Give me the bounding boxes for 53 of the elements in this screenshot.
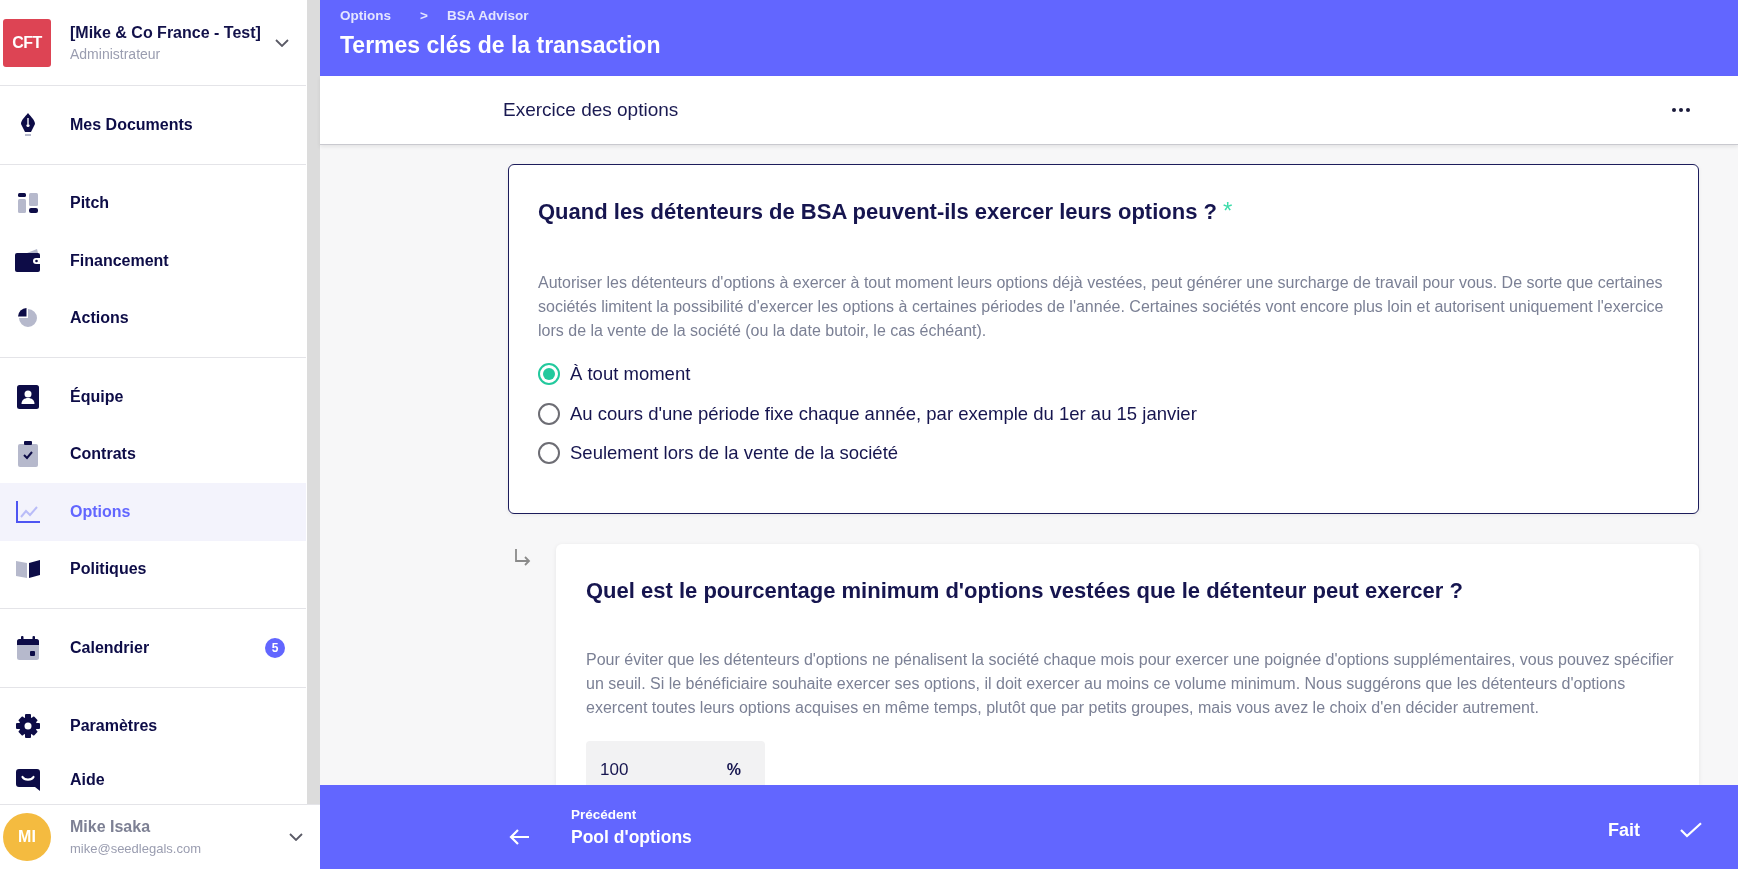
- chevron-down-icon[interactable]: [289, 833, 303, 841]
- more-options-icon[interactable]: [1672, 108, 1690, 112]
- pie-chart-icon: [17, 308, 38, 329]
- chat-bubble-icon: [15, 768, 40, 791]
- line-chart-icon: [15, 500, 40, 523]
- question-title: Quel est le pourcentage minimum d'options vestées que le détenteur peut exercer ?: [586, 577, 1464, 605]
- user-email: mike@seedlegals.com: [70, 840, 201, 857]
- nav-item[interactable]: Actions: [0, 289, 306, 347]
- question-description: Pour éviter que les détenteurs d'options ne pénalisent la société chaque mois pour exercer une poignée d'options supplémentaires, vous pouvez spécifier un seuil. Si le bénéficiaire souhaite exercer ses options, il doit exercer au moins ce volume minimum. Nous suggérons que les détenteurs d'options exercent toutes leurs options acquises en même temps, plutôt que par petits groupes, mais vous avez le choix d'en décider autrement.: [586, 650, 1675, 718]
- chevron-down-icon[interactable]: [275, 38, 289, 47]
- radio-button[interactable]: [538, 363, 560, 385]
- breadcrumb-current: BSA Advisor: [446, 7, 529, 23]
- nav-item[interactable]: Pitch: [0, 174, 306, 232]
- radio-label[interactable]: À tout moment: [570, 363, 691, 385]
- arrow-left-icon: [508, 827, 530, 846]
- nav-item[interactable]: Financement: [0, 232, 306, 290]
- org-logo: CFT: [3, 18, 51, 67]
- org-name: [Mike & Co France - Test]: [70, 22, 261, 43]
- count-badge: 5: [265, 637, 285, 658]
- required-mark: *: [1222, 197, 1233, 224]
- org-role: Administrateur: [70, 44, 162, 63]
- percent-input-field[interactable]: 100 %: [586, 741, 765, 785]
- radio-button[interactable]: [538, 442, 560, 464]
- unit-label: %: [726, 760, 741, 780]
- user-avatar: MI: [3, 813, 51, 861]
- open-book-icon: [15, 560, 40, 579]
- page-title: Termes clés de la transaction: [340, 31, 662, 60]
- done-button[interactable]: Fait: [1608, 813, 1702, 841]
- nav-item[interactable]: Aide: [0, 755, 306, 804]
- person-card-icon: [16, 384, 39, 409]
- nav-item[interactable]: Politiques: [0, 540, 306, 598]
- nav-item[interactable]: Calendrier 5: [0, 619, 306, 677]
- radio-label[interactable]: Au cours d'une période fixe chaque année, par exemple du 1er au 15 janvier: [570, 402, 1197, 425]
- clipboard-check-icon: [17, 441, 38, 468]
- nav-item[interactable]: Mes Documents: [0, 96, 306, 154]
- question-description: Autoriser les détenteurs d'options à exercer à tout moment leurs options déjà vestées, peut générer une surcharge de travail pour vous. De sorte que certaines sociétés limitent la possibilité d'exercer les options à certaines périodes de l'année. Certaines sociétés vont encore plus loin et autorisent uniquement l'exercice lors de la vente de la société (ou la date butoir, le cas échéant).: [538, 273, 1665, 341]
- nav-item[interactable]: Paramètres: [0, 697, 306, 755]
- user-name: Mike Isaka: [70, 817, 152, 837]
- nav-item[interactable]: Options: [0, 483, 306, 541]
- pen-nib-icon: [18, 112, 37, 137]
- wallet-icon: [15, 249, 40, 273]
- previous-button[interactable]: Précédent Pool d'options: [508, 806, 692, 848]
- radio-button[interactable]: [538, 402, 560, 425]
- nav-item[interactable]: Contrats: [0, 425, 306, 483]
- scrollbar[interactable]: [307, 0, 320, 804]
- section-title: Exercice des options: [503, 99, 679, 121]
- check-icon: [1680, 822, 1702, 838]
- radio-label[interactable]: Seulement lors de la vente de la société: [570, 442, 899, 464]
- breadcrumb-separator: >: [420, 7, 428, 23]
- calendar-icon: [16, 635, 39, 660]
- nav-item[interactable]: Équipe: [0, 368, 306, 426]
- question-title: Quand les détenteurs de BSA peuvent-ils exercer leurs options ? *: [538, 196, 1234, 226]
- dashboard-blocks-icon: [17, 193, 38, 214]
